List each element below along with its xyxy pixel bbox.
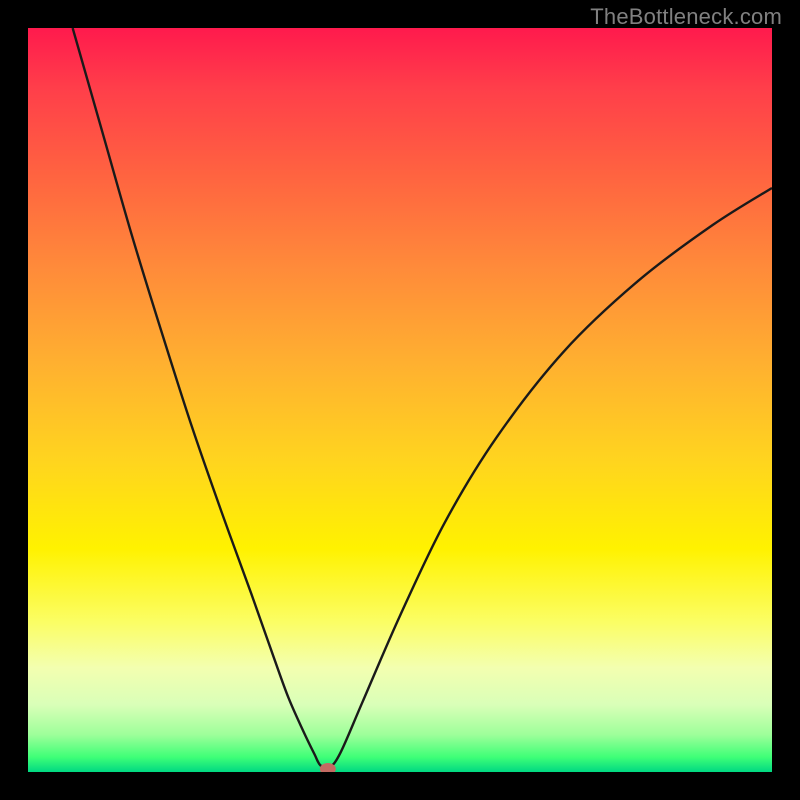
watermark-text: TheBottleneck.com [590,4,782,30]
plot-area [28,28,772,772]
chart-container: TheBottleneck.com [0,0,800,800]
curve-layer [28,28,772,772]
bottleneck-curve [73,28,772,768]
